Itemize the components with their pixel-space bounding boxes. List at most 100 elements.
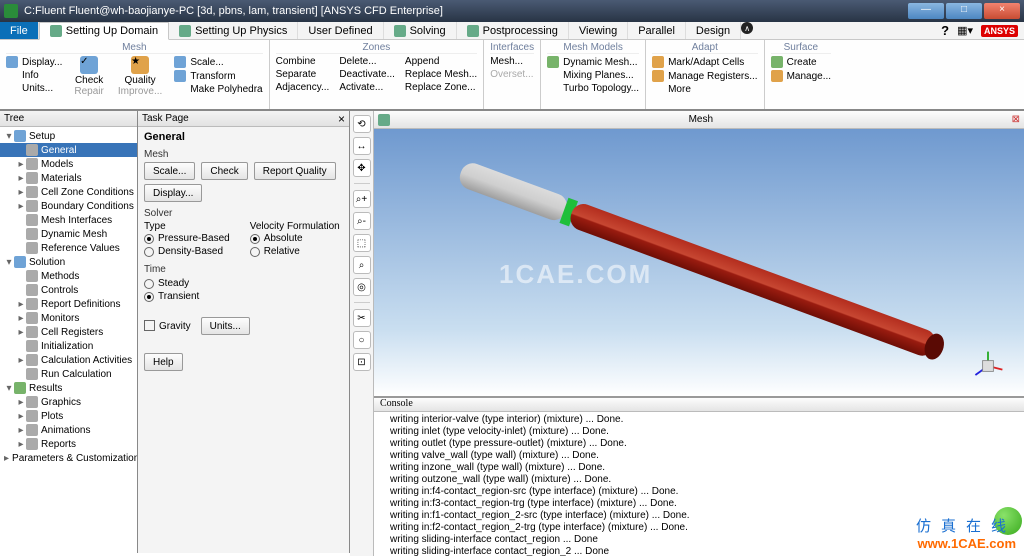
tree-item-controls[interactable]: Controls bbox=[0, 283, 137, 297]
console-output[interactable]: writing interior-valve (type interior) (… bbox=[374, 412, 1024, 556]
manage-surface-button[interactable]: Manage... bbox=[771, 70, 831, 82]
replace-zone-button[interactable]: Replace Zone... bbox=[405, 82, 476, 93]
tree-item-materials[interactable]: ▸Materials bbox=[0, 171, 137, 185]
info-button[interactable]: Info bbox=[6, 70, 39, 81]
view-tool-6[interactable]: ⌕ bbox=[353, 256, 371, 274]
tab-setting-physics[interactable]: Setting Up Physics bbox=[169, 22, 298, 39]
scale-button[interactable]: Scale... bbox=[174, 56, 223, 68]
type-pressure-radio[interactable]: Pressure-Based bbox=[144, 232, 230, 245]
display-button[interactable]: Display... bbox=[6, 56, 62, 68]
check-button[interactable]: Check bbox=[201, 162, 247, 180]
mesh-interfaces-button[interactable]: Mesh... bbox=[490, 56, 523, 67]
adapt-more-button[interactable]: More bbox=[652, 84, 691, 95]
tree-item-general[interactable]: General bbox=[0, 143, 137, 157]
time-steady-radio[interactable]: Steady bbox=[144, 277, 343, 290]
scale-button[interactable]: Scale... bbox=[144, 162, 195, 180]
scene-3d[interactable]: 1CAE.COM bbox=[374, 129, 1024, 396]
display-button[interactable]: Display... bbox=[144, 184, 202, 202]
ansys-logo: ANSYS bbox=[981, 25, 1018, 37]
manage-registers-button[interactable]: Manage Registers... bbox=[652, 70, 758, 82]
report-quality-button[interactable]: Report Quality bbox=[254, 162, 336, 180]
tab-user-defined[interactable]: User Defined bbox=[298, 22, 383, 39]
help-icon[interactable]: ? bbox=[941, 23, 949, 38]
separate-button[interactable]: Separate bbox=[276, 69, 317, 80]
tree-item-animations[interactable]: ▸Animations bbox=[0, 423, 137, 437]
gravity-checkbox[interactable]: Gravity bbox=[144, 320, 191, 332]
close-button[interactable]: × bbox=[984, 3, 1020, 19]
velocity-relative-radio[interactable]: Relative bbox=[250, 245, 340, 258]
maximize-button[interactable]: □ bbox=[946, 3, 982, 19]
combine-button[interactable]: Combine bbox=[276, 56, 316, 67]
tab-setting-domain[interactable]: Setting Up Domain bbox=[39, 22, 169, 40]
transform-button[interactable]: Transform bbox=[174, 70, 235, 82]
tree-item-boundary-conditions[interactable]: ▸Boundary Conditions bbox=[0, 199, 137, 213]
task-close-icon[interactable]: × bbox=[338, 114, 345, 124]
mark-adapt-button[interactable]: Mark/Adapt Cells bbox=[652, 56, 744, 68]
tree-item-monitors[interactable]: ▸Monitors bbox=[0, 311, 137, 325]
tree-item-mesh-interfaces[interactable]: Mesh Interfaces bbox=[0, 213, 137, 227]
group-title: Mesh Models bbox=[547, 42, 639, 54]
type-density-radio[interactable]: Density-Based bbox=[144, 245, 230, 258]
view-tool-10[interactable]: ⊡ bbox=[353, 353, 371, 371]
deactivate-button[interactable]: Deactivate... bbox=[339, 69, 395, 80]
tree-item-reports[interactable]: ▸Reports bbox=[0, 437, 137, 451]
tree-item-dynamic-mesh[interactable]: Dynamic Mesh bbox=[0, 227, 137, 241]
mixing-planes-button[interactable]: Mixing Planes... bbox=[547, 70, 634, 81]
collapse-ribbon-button[interactable]: ∧ bbox=[741, 22, 753, 34]
dynamic-mesh-button[interactable]: Dynamic Mesh... bbox=[547, 56, 637, 68]
tree-item-report-definitions[interactable]: ▸Report Definitions bbox=[0, 297, 137, 311]
tree-item-parameters-customization[interactable]: ▸Parameters & Customization bbox=[0, 451, 137, 465]
replace-mesh-button[interactable]: Replace Mesh... bbox=[405, 69, 477, 80]
tree-item-solution[interactable]: ▾Solution bbox=[0, 255, 137, 269]
check-button[interactable]: ✓CheckRepair bbox=[72, 56, 105, 97]
create-surface-button[interactable]: Create bbox=[771, 56, 817, 68]
append-button[interactable]: Append bbox=[405, 56, 439, 67]
tab-file[interactable]: File bbox=[0, 22, 39, 39]
minimize-button[interactable]: — bbox=[908, 3, 944, 19]
tab-solving[interactable]: Solving bbox=[384, 22, 457, 39]
tree-item-calculation-activities[interactable]: ▸Calculation Activities bbox=[0, 353, 137, 367]
view-tool-9[interactable]: ○ bbox=[353, 331, 371, 349]
tree-item-methods[interactable]: Methods bbox=[0, 269, 137, 283]
tree-item-plots[interactable]: ▸Plots bbox=[0, 409, 137, 423]
view-tool-7[interactable]: ◎ bbox=[353, 278, 371, 296]
time-transient-radio[interactable]: Transient bbox=[144, 290, 343, 303]
adjacency-button[interactable]: Adjacency... bbox=[276, 82, 330, 93]
view-tool-5[interactable]: ⬚ bbox=[353, 234, 371, 252]
viewport-close-icon[interactable]: ⊠ bbox=[1012, 114, 1020, 125]
activate-button[interactable]: Activate... bbox=[339, 82, 383, 93]
tree[interactable]: ▾SetupGeneral▸Models▸Materials▸Cell Zone… bbox=[0, 127, 137, 553]
units-button[interactable]: Units... bbox=[6, 83, 53, 94]
tab-viewing[interactable]: Viewing bbox=[569, 22, 628, 39]
tree-item-cell-zone-conditions[interactable]: ▸Cell Zone Conditions bbox=[0, 185, 137, 199]
view-tool-8[interactable]: ✂ bbox=[353, 309, 371, 327]
ribbon-group-interfaces: Interfaces Mesh... Overset... bbox=[484, 40, 541, 109]
tree-item-setup[interactable]: ▾Setup bbox=[0, 129, 137, 143]
tab-postprocessing[interactable]: Postprocessing bbox=[457, 22, 569, 39]
tab-parallel[interactable]: Parallel bbox=[628, 22, 686, 39]
tree-item-run-calculation[interactable]: Run Calculation bbox=[0, 367, 137, 381]
chat-bubble-icon[interactable] bbox=[994, 507, 1022, 535]
view-tool-3[interactable]: ⌕+ bbox=[353, 190, 371, 208]
polyhedra-button[interactable]: Make Polyhedra bbox=[174, 84, 262, 95]
tree-item-reference-values[interactable]: Reference Values bbox=[0, 241, 137, 255]
view-tool-1[interactable]: ↔ bbox=[353, 137, 371, 155]
view-tool-2[interactable]: ✥ bbox=[353, 159, 371, 177]
view-tool-0[interactable]: ⟲ bbox=[353, 115, 371, 133]
units-button[interactable]: Units... bbox=[201, 317, 250, 335]
help-button[interactable]: Help bbox=[144, 353, 183, 371]
tree-item-graphics[interactable]: ▸Graphics bbox=[0, 395, 137, 409]
view-tool-4[interactable]: ⌕- bbox=[353, 212, 371, 230]
turbo-topology-button[interactable]: Turbo Topology... bbox=[547, 83, 639, 94]
tree-item-results[interactable]: ▾Results bbox=[0, 381, 137, 395]
ribbon-group-zones: Zones Combine Separate Adjacency... Dele… bbox=[270, 40, 485, 109]
tree-item-models[interactable]: ▸Models bbox=[0, 157, 137, 171]
velocity-absolute-radio[interactable]: Absolute bbox=[250, 232, 340, 245]
quality-button[interactable]: ★QualityImprove... bbox=[116, 56, 164, 97]
tree-item-initialization[interactable]: Initialization bbox=[0, 339, 137, 353]
tab-design[interactable]: Design bbox=[686, 22, 741, 39]
tree-item-cell-registers[interactable]: ▸Cell Registers bbox=[0, 325, 137, 339]
group-title: Zones bbox=[276, 42, 478, 54]
layout-icon[interactable]: ▦▾ bbox=[957, 24, 973, 37]
delete-button[interactable]: Delete... bbox=[339, 56, 376, 67]
